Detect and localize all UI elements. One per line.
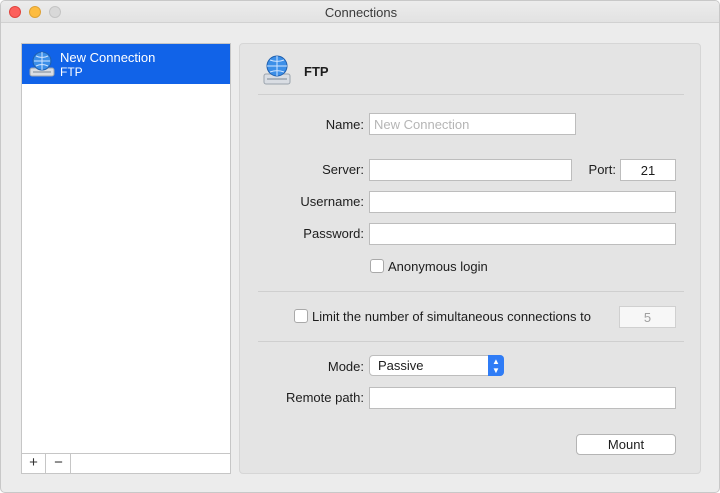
divider — [258, 291, 684, 292]
password-label: Password: — [303, 226, 364, 241]
add-connection-button[interactable]: + — [22, 454, 46, 473]
limit-connections-label: Limit the number of simultaneous connect… — [312, 309, 591, 324]
port-field[interactable] — [620, 159, 676, 181]
remote-path-field[interactable] — [369, 387, 676, 409]
mode-label: Mode: — [327, 359, 364, 374]
mount-button[interactable]: Mount — [576, 434, 676, 455]
name-label: Name: — [325, 117, 364, 132]
remove-connection-button[interactable]: − — [47, 454, 71, 473]
server-label: Server: — [322, 162, 364, 177]
anonymous-login-label: Anonymous login — [388, 259, 488, 274]
connection-list-item[interactable]: New Connection FTP — [22, 44, 230, 84]
protocol-title: FTP — [304, 64, 329, 79]
connection-name: New Connection — [60, 50, 156, 65]
port-label: Port: — [588, 162, 616, 177]
network-drive-icon — [263, 55, 291, 85]
divider — [258, 94, 684, 95]
anonymous-login-checkbox[interactable] — [370, 259, 384, 273]
remote-path-label: Remote path: — [285, 390, 364, 405]
divider — [258, 341, 684, 342]
connection-limit-field[interactable] — [619, 306, 676, 328]
chevron-up-down-icon: ▲ ▼ — [488, 355, 504, 376]
network-drive-icon — [29, 51, 55, 77]
connections-window: Connections New Connection FTP + − FTP N… — [0, 0, 720, 493]
window-title: Connections — [324, 5, 398, 20]
limit-connections-checkbox[interactable] — [294, 309, 308, 323]
mode-value: Passive — [378, 358, 424, 373]
mode-select[interactable]: Passive ▲ ▼ — [369, 355, 504, 376]
connections-list[interactable]: New Connection FTP + − — [21, 43, 231, 474]
username-field[interactable] — [369, 191, 676, 213]
title-bar[interactable]: Connections — [1, 1, 719, 23]
password-field[interactable] — [369, 223, 676, 245]
name-field[interactable] — [369, 113, 576, 135]
connection-type: FTP — [60, 65, 83, 79]
footer-spacer — [72, 454, 230, 473]
connection-settings-panel: FTP Name: Server: Port: Username: Passwo… — [239, 43, 701, 474]
sidebar-footer: + − — [22, 453, 230, 473]
server-field[interactable] — [369, 159, 572, 181]
username-label: Username: — [300, 194, 364, 209]
